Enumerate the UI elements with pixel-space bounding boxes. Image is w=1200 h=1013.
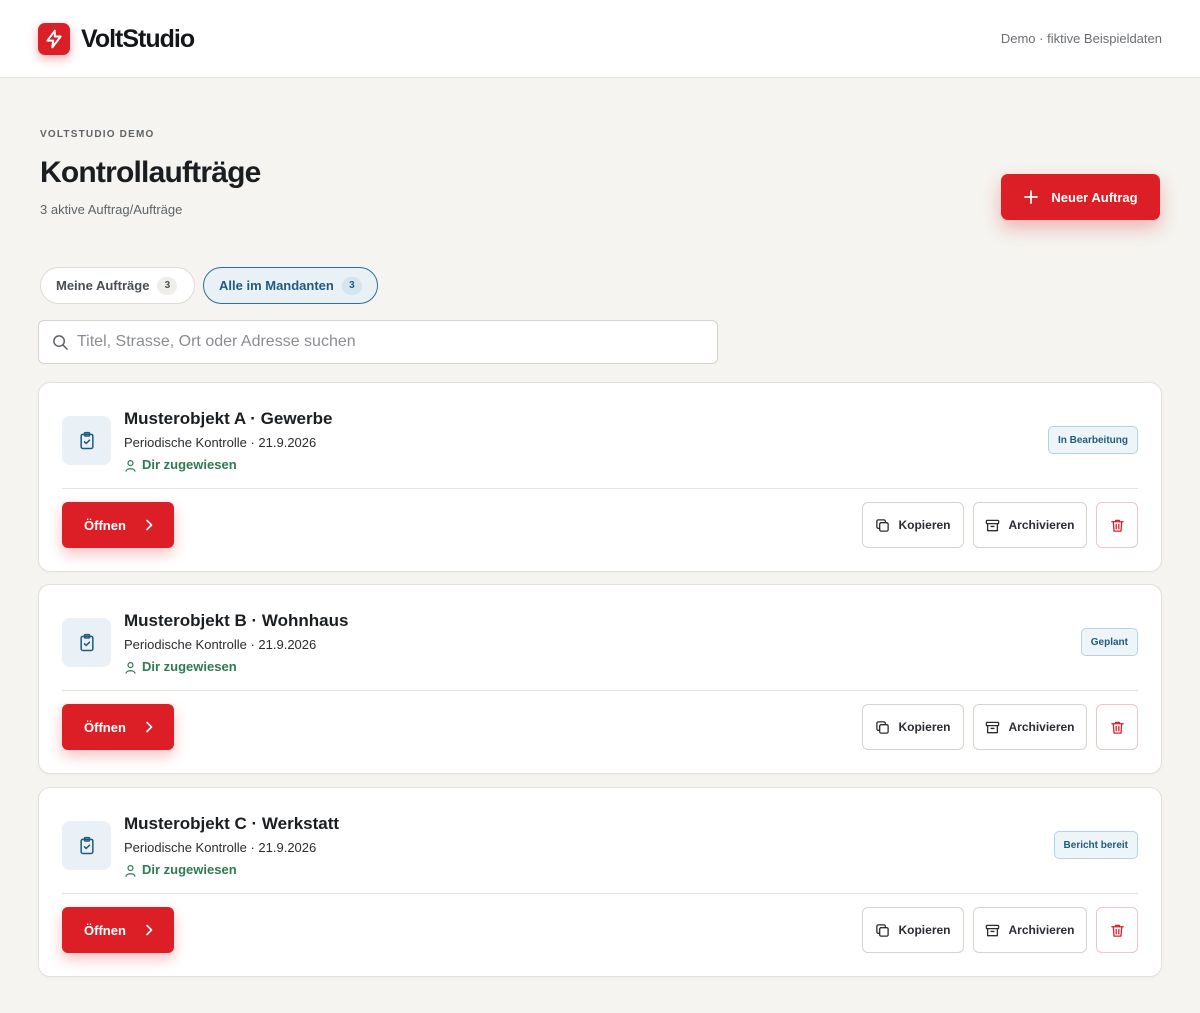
order-card: Musterobjekt B · Wohnhaus Periodische Ko… <box>38 584 1162 774</box>
plus-icon <box>1024 190 1039 204</box>
archive-icon <box>986 924 1000 936</box>
open-button[interactable]: Öffnen <box>62 907 174 953</box>
copy-label: Kopieren <box>898 720 951 734</box>
copy-icon <box>876 923 890 937</box>
user-icon <box>125 661 136 674</box>
search-input[interactable] <box>77 321 707 363</box>
open-label: Öffnen <box>84 719 126 735</box>
delete-button[interactable] <box>1096 907 1138 953</box>
trash-icon <box>1110 924 1124 937</box>
open-label: Öffnen <box>84 517 126 533</box>
order-card: Musterobjekt C · Werkstatt Periodische K… <box>38 787 1162 977</box>
page-subtitle: 3 aktive Auftrag/Aufträge <box>40 202 183 217</box>
archive-label: Archivieren <box>1008 518 1075 532</box>
status-badge: In Bearbeitung <box>1047 426 1138 454</box>
new-order-button[interactable]: Neuer Auftrag <box>1001 174 1160 220</box>
trash-icon <box>1110 519 1124 532</box>
copy-button[interactable]: Kopieren <box>862 502 964 548</box>
card-meta: Periodische Kontrolle · 21.9.2026 <box>124 637 317 652</box>
user-icon <box>125 459 136 472</box>
page-title: Kontrollaufträge <box>40 156 261 189</box>
chevron-right-icon <box>146 721 153 733</box>
page-eyebrow: VOLTSTUDIO DEMO <box>40 129 155 140</box>
assignee-label: Dir zugewiesen <box>142 457 237 472</box>
archive-button[interactable]: Archivieren <box>973 907 1087 953</box>
tab-count-badge: 3 <box>157 276 178 295</box>
trash-icon <box>1110 721 1124 734</box>
archive-icon <box>986 519 1000 531</box>
demo-note: Demo · fiktive Beispieldaten <box>1000 31 1162 46</box>
open-label: Öffnen <box>84 922 126 938</box>
copy-label: Kopieren <box>898 923 951 937</box>
tab-label: Alle im Mandanten <box>219 278 334 293</box>
clipboard-check-icon <box>62 618 111 667</box>
search-icon <box>53 335 68 350</box>
search-field[interactable] <box>38 320 718 364</box>
new-order-label: Neuer Auftrag <box>1051 189 1138 205</box>
chevron-right-icon <box>146 519 153 531</box>
tab-count-badge: 3 <box>341 276 362 295</box>
assignee-info: Dir zugewiesen <box>124 457 237 473</box>
assignee-label: Dir zugewiesen <box>142 862 237 877</box>
copy-button[interactable]: Kopieren <box>862 704 964 750</box>
copy-label: Kopieren <box>898 518 951 532</box>
order-card: Musterobjekt A · Gewerbe Periodische Kon… <box>38 382 1162 572</box>
copy-icon <box>876 720 890 734</box>
card-meta: Periodische Kontrolle · 21.9.2026 <box>124 840 317 855</box>
card-title: Musterobjekt A · Gewerbe <box>124 409 333 428</box>
chevron-right-icon <box>146 924 153 936</box>
copy-icon <box>876 518 890 532</box>
delete-button[interactable] <box>1096 502 1138 548</box>
clipboard-check-icon <box>62 821 111 870</box>
assignee-info: Dir zugewiesen <box>124 659 237 675</box>
card-divider <box>62 690 1138 691</box>
status-badge: Geplant <box>1080 628 1138 656</box>
card-divider <box>62 488 1138 489</box>
card-meta: Periodische Kontrolle · 21.9.2026 <box>124 435 317 450</box>
user-icon <box>125 864 136 877</box>
brand-name[interactable]: VoltStudio <box>81 24 195 54</box>
copy-button[interactable]: Kopieren <box>862 907 964 953</box>
tab-all-in-tenant[interactable]: Alle im Mandanten 3 <box>203 267 378 304</box>
card-title: Musterobjekt B · Wohnhaus <box>124 611 349 630</box>
top-bar: VoltStudio Demo · fiktive Beispieldaten <box>0 0 1200 78</box>
card-title: Musterobjekt C · Werkstatt <box>124 814 340 833</box>
tab-label: Meine Aufträge <box>56 278 150 293</box>
delete-button[interactable] <box>1096 704 1138 750</box>
archive-label: Archivieren <box>1008 720 1075 734</box>
open-button[interactable]: Öffnen <box>62 704 174 750</box>
status-badge: Bericht bereit <box>1053 831 1138 859</box>
archive-button[interactable]: Archivieren <box>973 704 1087 750</box>
archive-button[interactable]: Archivieren <box>973 502 1087 548</box>
clipboard-check-icon <box>62 416 111 465</box>
archive-icon <box>986 721 1000 733</box>
tab-my-orders[interactable]: Meine Aufträge 3 <box>40 267 195 304</box>
card-divider <box>62 893 1138 894</box>
assignee-info: Dir zugewiesen <box>124 862 237 878</box>
assignee-label: Dir zugewiesen <box>142 659 237 674</box>
bolt-icon[interactable] <box>38 23 70 55</box>
open-button[interactable]: Öffnen <box>62 502 174 548</box>
archive-label: Archivieren <box>1008 923 1075 937</box>
